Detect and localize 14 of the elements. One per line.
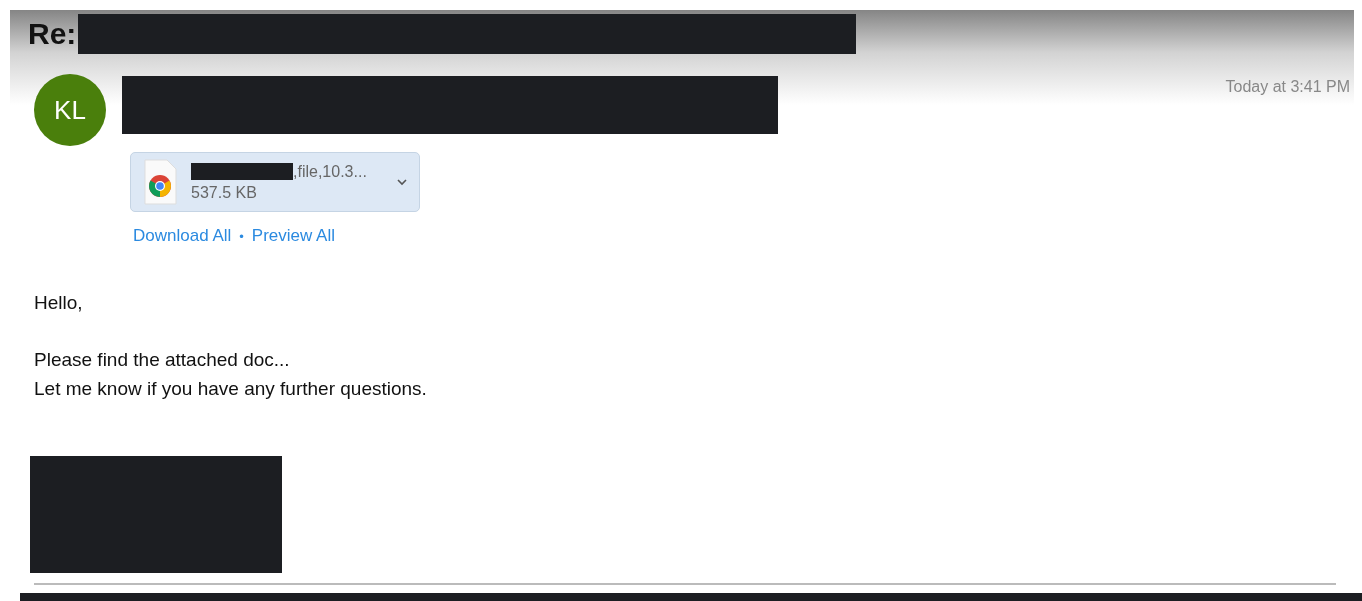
file-size: 537.5 KB [191,183,258,202]
greeting-text: Hello, [34,291,84,315]
link-separator: • [239,228,244,244]
attachment-link[interactable]: Preview All [251,226,335,246]
timestamp: Today at 3:41 PM [1225,78,1350,96]
avatar-initials: KL [54,94,86,126]
attachment-link[interactable]: Download All [133,226,232,246]
chrome-file-icon [143,159,177,205]
body-text: Please find the attached doc... [34,348,291,372]
attachment-card[interactable]: ,file,10.3... 537.5 KB [130,152,420,212]
body-text: Let me know if you have any further questions. [34,377,428,401]
subject-prefix: Re: [28,17,77,51]
chevron-down-icon[interactable] [397,178,407,186]
file-name: ,file,10.3... [293,162,367,181]
